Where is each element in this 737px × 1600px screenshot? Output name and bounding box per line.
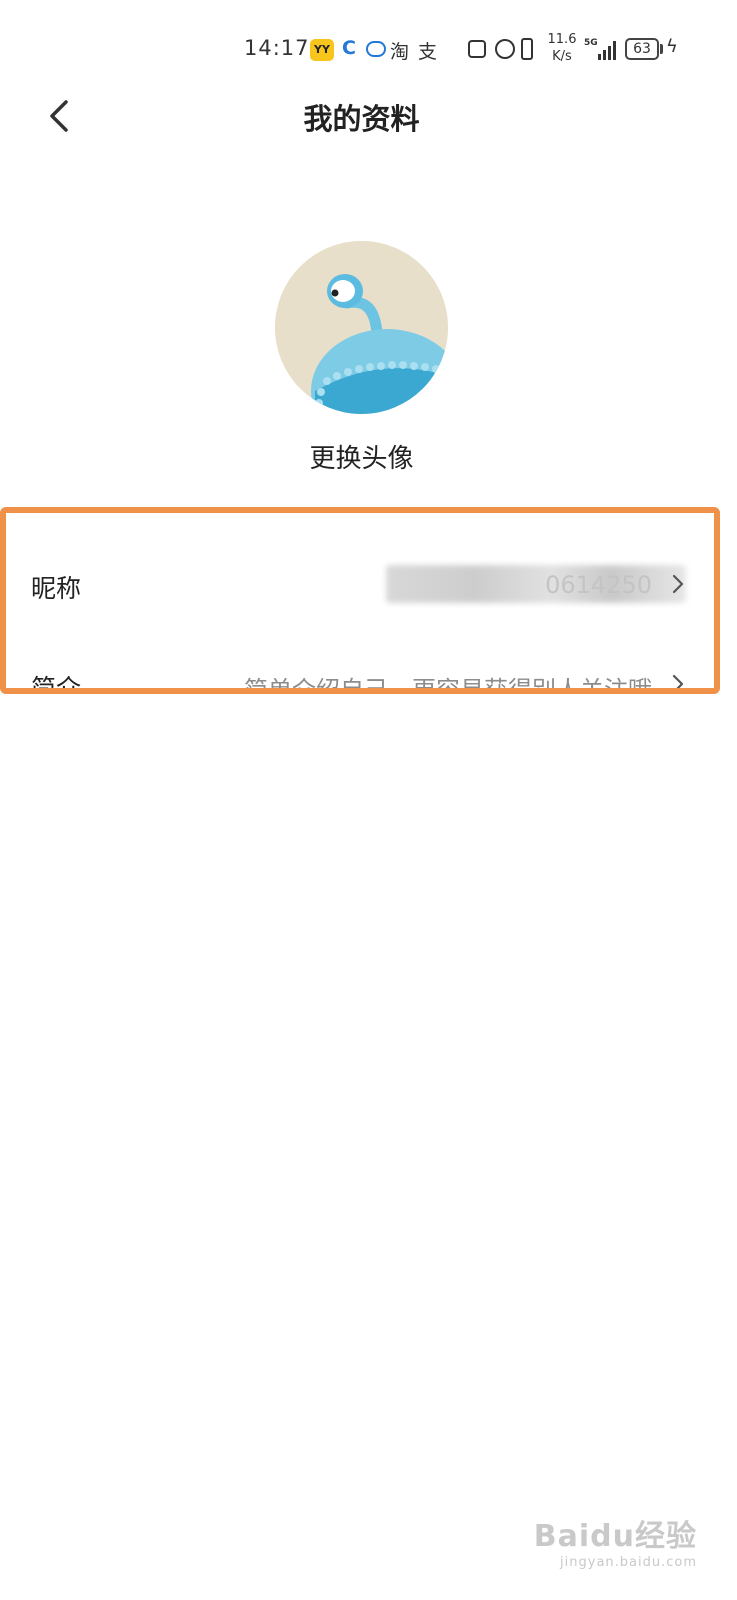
nickname-label: 昵称 (31, 574, 82, 603)
nickname-row[interactable]: 昵称 0614250 (6, 539, 714, 629)
status-bar: 14:17 YY C 淘 支 11.6 K/s 5G 63 ϟ (0, 0, 737, 98)
battery-tip (660, 44, 663, 54)
alipay-icon: 支 (418, 41, 438, 63)
signal-icon (594, 38, 618, 60)
network-speed-value: 11.6 (547, 32, 577, 47)
bio-label: 简介 (31, 674, 82, 694)
alarm-icon (495, 39, 515, 59)
avatar[interactable] (275, 241, 448, 414)
status-time: 14:17 (244, 36, 310, 60)
monster-avatar-image (275, 241, 448, 414)
nickname-value: 0614250 (545, 571, 652, 599)
bio-value: 简单介绍自己，更容易获得别人关注哦 (244, 676, 652, 694)
taobao-icon: 淘 (390, 41, 410, 63)
change-avatar-button[interactable]: 更换头像 (0, 438, 723, 475)
network-speed-unit: K/s (552, 49, 572, 64)
yy-app-icon: YY (310, 39, 334, 61)
network-speed: 11.6 K/s (544, 31, 580, 65)
profile-fields-highlight: 昵称 0614250 简介 简单介绍自己，更容易获得别人关注哦 (0, 507, 720, 694)
nfc-icon (468, 40, 486, 58)
page-title: 我的资料 (303, 102, 420, 136)
c-app-icon: C (342, 37, 356, 59)
bio-row[interactable]: 简介 简单介绍自己，更容易获得别人关注哦 (6, 639, 714, 694)
watermark-subtitle: jingyan.baidu.com (560, 1555, 697, 1570)
chevron-right-icon (672, 574, 684, 594)
charging-icon: ϟ (666, 36, 678, 57)
battery-icon: 63 (625, 38, 659, 60)
watermark-logo: Baidu经验 (533, 1519, 697, 1554)
chevron-right-icon (672, 674, 684, 688)
battery-level: 63 (633, 41, 651, 57)
vibrate-icon (521, 38, 533, 60)
baidu-watermark: Baidu经验 jingyan.baidu.com (534, 1511, 697, 1570)
chat-app-icon (366, 41, 386, 57)
